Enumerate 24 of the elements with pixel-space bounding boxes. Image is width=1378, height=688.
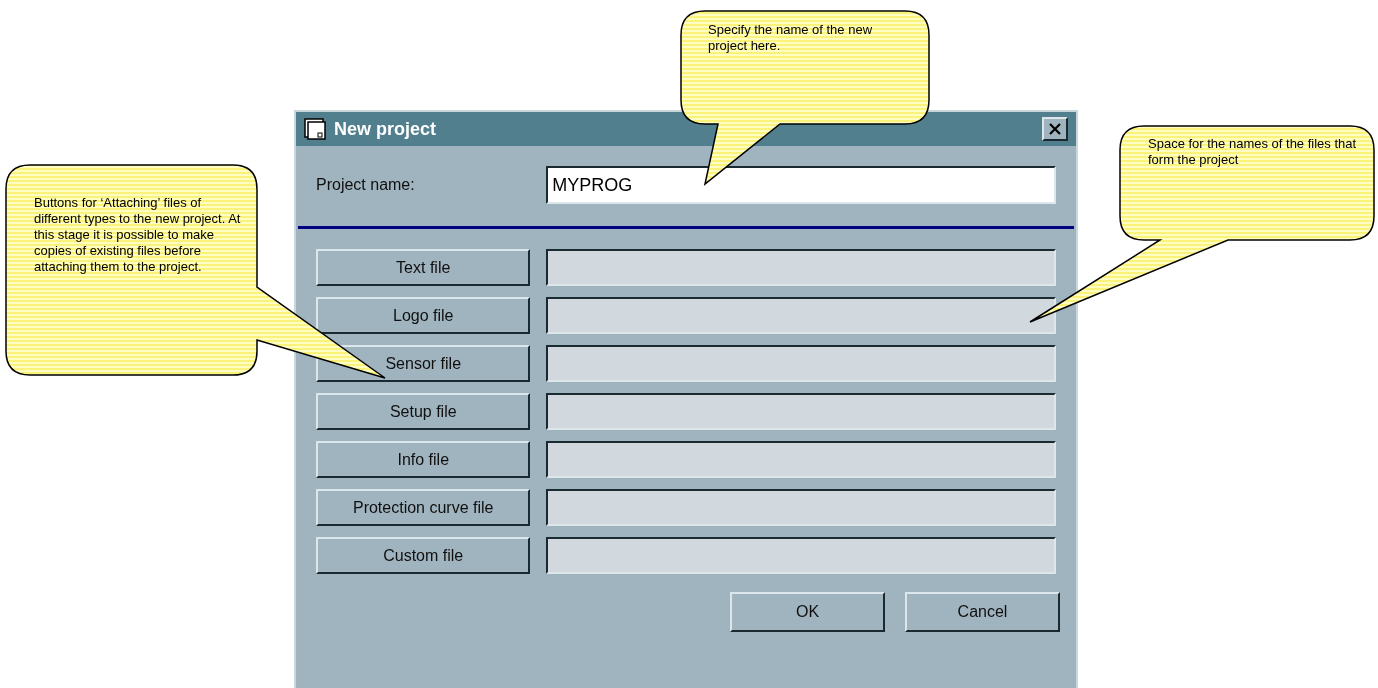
project-name-label: Project name: [316,175,416,195]
file-type-button[interactable]: Text file [316,249,531,286]
window-title: New project [334,117,438,141]
file-type-button[interactable]: Protection curve file [316,489,531,526]
file-type-button[interactable]: Logo file [316,297,531,334]
file-name-field[interactable] [546,537,1056,574]
close-icon [1048,122,1062,136]
callout-text: Space for the names of the files that form the project [1148,136,1358,168]
file-name-field[interactable] [546,393,1056,430]
document-icon [304,118,326,140]
callout-text: Specify the name of the new project here. [708,22,874,54]
dialog-button[interactable]: Cancel [905,592,1060,632]
project-name-field[interactable]: MYPROG [546,166,1056,204]
file-type-button[interactable]: Setup file [316,393,531,430]
file-name-field[interactable] [546,249,1056,286]
file-name-field[interactable] [546,297,1056,334]
file-type-button[interactable]: Custom file [316,537,531,574]
close-button[interactable] [1042,117,1068,141]
dialog-button[interactable]: OK [730,592,885,632]
callout-text: Buttons for ‘Attaching’ files of different types to the new project. At this stage it is possible to make copies of existing files before attaching them to the project. [34,195,242,275]
file-name-field[interactable] [546,441,1056,478]
file-name-field[interactable] [546,489,1056,526]
file-type-button[interactable]: Info file [316,441,531,478]
file-name-field[interactable] [546,345,1056,382]
